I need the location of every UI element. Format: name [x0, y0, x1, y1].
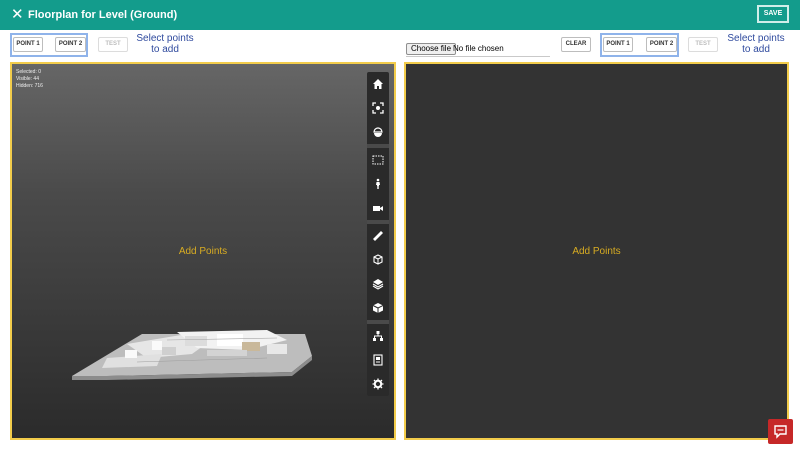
selected-count: Selected: 0 [16, 69, 42, 75]
choose-file-button[interactable]: Choose file [406, 43, 457, 55]
viewer-toolbar [367, 72, 389, 396]
measure-icon[interactable] [367, 224, 389, 248]
page-title: Floorplan for Level (Ground) [28, 9, 178, 21]
right-floorplan-viewer[interactable]: Add Points [404, 62, 789, 440]
right-test-button[interactable]: TEST [688, 37, 718, 52]
walk-icon[interactable] [367, 172, 389, 196]
camera-icon[interactable] [367, 196, 389, 220]
building-model [72, 330, 312, 380]
right-point2-button[interactable]: POINT 2 [646, 37, 677, 52]
file-status: No file chosen [453, 44, 504, 53]
clear-button[interactable]: CLEAR [561, 37, 591, 52]
right-point1-button[interactable]: POINT 1 [603, 37, 633, 52]
left-hint-text: Select points to add [136, 33, 194, 55]
left-point1-button[interactable]: POINT 1 [13, 37, 43, 52]
right-hint-text: Select points to add [727, 33, 785, 55]
app-header: ✕ Floorplan for Level (Ground) SAVE [0, 0, 800, 30]
left-3d-viewer[interactable]: Selected: 0 Visible: 44 Hidden: 716 Add … [10, 62, 396, 440]
box-select-icon[interactable] [367, 148, 389, 172]
model-icon[interactable] [367, 296, 389, 320]
left-add-points-label: Add Points [178, 246, 228, 257]
layers-icon[interactable] [367, 272, 389, 296]
left-test-button[interactable]: TEST [98, 37, 128, 52]
chat-icon [774, 425, 787, 439]
visible-count: Visible: 44 [16, 76, 39, 82]
left-point2-button[interactable]: POINT 2 [55, 37, 86, 52]
file-input[interactable]: Choose file No file chosen [406, 43, 550, 57]
settings-icon[interactable] [367, 372, 389, 396]
explode-icon[interactable] [367, 248, 389, 272]
fit-view-icon[interactable] [367, 96, 389, 120]
tree-icon[interactable] [367, 324, 389, 348]
right-add-points-label: Add Points [572, 246, 621, 257]
close-icon[interactable]: ✕ [11, 6, 25, 24]
selection-stats: Selected: 0 Visible: 44 Hidden: 716 [16, 69, 43, 90]
chat-button[interactable] [768, 419, 793, 444]
section-icon[interactable] [367, 120, 389, 144]
hidden-count: Hidden: 716 [16, 83, 43, 89]
properties-icon[interactable] [367, 348, 389, 372]
save-button[interactable]: SAVE [757, 5, 789, 23]
home-icon[interactable] [367, 72, 389, 96]
